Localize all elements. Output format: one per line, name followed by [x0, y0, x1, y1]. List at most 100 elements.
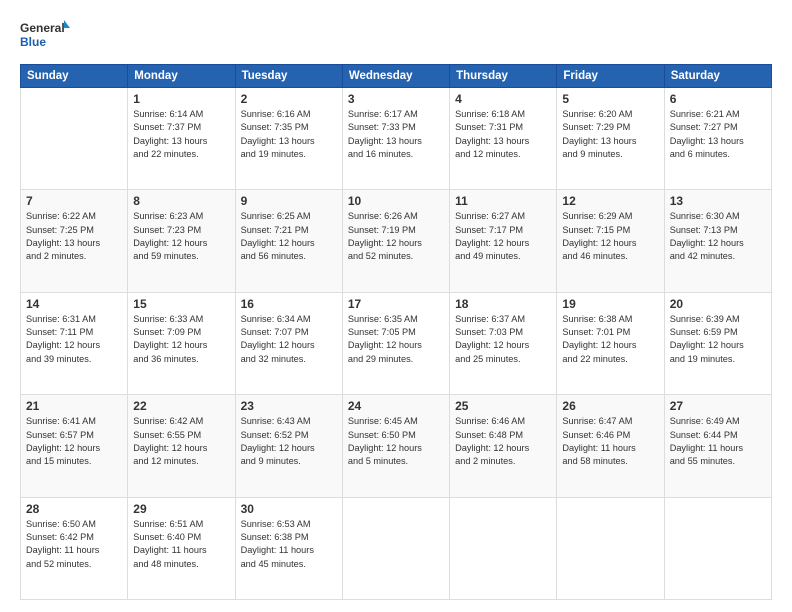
- day-number: 27: [670, 399, 766, 413]
- day-number: 16: [241, 297, 337, 311]
- cell-info: Sunrise: 6:43 AMSunset: 6:52 PMDaylight:…: [241, 415, 337, 468]
- logo: General Blue: [20, 18, 70, 54]
- cell-info: Sunrise: 6:42 AMSunset: 6:55 PMDaylight:…: [133, 415, 229, 468]
- calendar-cell: 1 Sunrise: 6:14 AMSunset: 7:37 PMDaylight…: [128, 88, 235, 190]
- day-number: 6: [670, 92, 766, 106]
- calendar-cell: 28 Sunrise: 6:50 AMSunset: 6:42 PMDayligh…: [21, 497, 128, 599]
- day-number: 7: [26, 194, 122, 208]
- day-number: 17: [348, 297, 444, 311]
- day-number: 18: [455, 297, 551, 311]
- week-row-3: 14 Sunrise: 6:31 AMSunset: 7:11 PMDayligh…: [21, 292, 772, 394]
- calendar-cell: 20Sunrise: 6:39 AMSunset: 6:59 PMDayligh…: [664, 292, 771, 394]
- cell-info: Sunrise: 6:22 AMSunset: 7:25 PMDaylight:…: [26, 210, 122, 263]
- weekday-header-sunday: Sunday: [21, 65, 128, 88]
- day-number: 2: [241, 92, 337, 106]
- calendar-cell: 16 Sunrise: 6:34 AMSunset: 7:07 PMDayligh…: [235, 292, 342, 394]
- cell-info: Sunrise: 6:16 AMSunset: 7:35 PMDaylight:…: [241, 108, 337, 161]
- calendar-cell: 14 Sunrise: 6:31 AMSunset: 7:11 PMDayligh…: [21, 292, 128, 394]
- cell-info: Sunrise: 6:50 AMSunset: 6:42 PMDaylight:…: [26, 518, 122, 571]
- day-number: 4: [455, 92, 551, 106]
- cell-info: Sunrise: 6:37 AMSunset: 7:03 PMDaylight:…: [455, 313, 551, 366]
- cell-info: Sunrise: 6:27 AMSunset: 7:17 PMDaylight:…: [455, 210, 551, 263]
- cell-info: Sunrise: 6:30 AMSunset: 7:13 PMDaylight:…: [670, 210, 766, 263]
- cell-info: Sunrise: 6:29 AMSunset: 7:15 PMDaylight:…: [562, 210, 658, 263]
- day-number: 8: [133, 194, 229, 208]
- week-row-1: 1 Sunrise: 6:14 AMSunset: 7:37 PMDaylight…: [21, 88, 772, 190]
- cell-info: Sunrise: 6:41 AMSunset: 6:57 PMDaylight:…: [26, 415, 122, 468]
- day-number: 10: [348, 194, 444, 208]
- day-number: 9: [241, 194, 337, 208]
- calendar-cell: 26 Sunrise: 6:47 AMSunset: 6:46 PMDayligh…: [557, 395, 664, 497]
- calendar-cell: 13 Sunrise: 6:30 AMSunset: 7:13 PMDayligh…: [664, 190, 771, 292]
- day-number: 29: [133, 502, 229, 516]
- calendar-cell: 15Sunrise: 6:33 AMSunset: 7:09 PMDayligh…: [128, 292, 235, 394]
- day-number: 12: [562, 194, 658, 208]
- day-number: 19: [562, 297, 658, 311]
- calendar-cell: 17 Sunrise: 6:35 AMSunset: 7:05 PMDayligh…: [342, 292, 449, 394]
- week-row-5: 28 Sunrise: 6:50 AMSunset: 6:42 PMDayligh…: [21, 497, 772, 599]
- svg-text:Blue: Blue: [20, 35, 46, 49]
- calendar-table: SundayMondayTuesdayWednesdayThursdayFrid…: [20, 64, 772, 600]
- logo-svg: General Blue: [20, 18, 70, 54]
- day-number: 23: [241, 399, 337, 413]
- calendar-cell: 7 Sunrise: 6:22 AMSunset: 7:25 PMDaylight…: [21, 190, 128, 292]
- calendar-cell: 2 Sunrise: 6:16 AMSunset: 7:35 PMDaylight…: [235, 88, 342, 190]
- cell-info: Sunrise: 6:35 AMSunset: 7:05 PMDaylight:…: [348, 313, 444, 366]
- day-number: 26: [562, 399, 658, 413]
- cell-info: Sunrise: 6:34 AMSunset: 7:07 PMDaylight:…: [241, 313, 337, 366]
- week-row-4: 21 Sunrise: 6:41 AMSunset: 6:57 PMDayligh…: [21, 395, 772, 497]
- cell-info: Sunrise: 6:14 AMSunset: 7:37 PMDaylight:…: [133, 108, 229, 161]
- weekday-header-monday: Monday: [128, 65, 235, 88]
- day-number: 5: [562, 92, 658, 106]
- day-number: 1: [133, 92, 229, 106]
- calendar-cell: 9Sunrise: 6:25 AMSunset: 7:21 PMDaylight…: [235, 190, 342, 292]
- calendar-cell: 24Sunrise: 6:45 AMSunset: 6:50 PMDayligh…: [342, 395, 449, 497]
- calendar-cell: 19Sunrise: 6:38 AMSunset: 7:01 PMDayligh…: [557, 292, 664, 394]
- day-number: 3: [348, 92, 444, 106]
- day-number: 22: [133, 399, 229, 413]
- cell-info: Sunrise: 6:47 AMSunset: 6:46 PMDaylight:…: [562, 415, 658, 468]
- calendar-cell: 21 Sunrise: 6:41 AMSunset: 6:57 PMDayligh…: [21, 395, 128, 497]
- cell-info: Sunrise: 6:53 AMSunset: 6:38 PMDaylight:…: [241, 518, 337, 571]
- calendar-cell: 6 Sunrise: 6:21 AMSunset: 7:27 PMDaylight…: [664, 88, 771, 190]
- day-number: 21: [26, 399, 122, 413]
- day-number: 30: [241, 502, 337, 516]
- calendar-cell: [450, 497, 557, 599]
- day-number: 20: [670, 297, 766, 311]
- calendar-cell: 4 Sunrise: 6:18 AMSunset: 7:31 PMDaylight…: [450, 88, 557, 190]
- calendar-cell: 5 Sunrise: 6:20 AMSunset: 7:29 PMDaylight…: [557, 88, 664, 190]
- day-number: 14: [26, 297, 122, 311]
- calendar-cell: 18 Sunrise: 6:37 AMSunset: 7:03 PMDayligh…: [450, 292, 557, 394]
- day-number: 28: [26, 502, 122, 516]
- calendar-cell: 3 Sunrise: 6:17 AMSunset: 7:33 PMDaylight…: [342, 88, 449, 190]
- cell-info: Sunrise: 6:17 AMSunset: 7:33 PMDaylight:…: [348, 108, 444, 161]
- calendar-cell: 30 Sunrise: 6:53 AMSunset: 6:38 PMDayligh…: [235, 497, 342, 599]
- cell-info: Sunrise: 6:51 AMSunset: 6:40 PMDaylight:…: [133, 518, 229, 571]
- calendar-cell: 11 Sunrise: 6:27 AMSunset: 7:17 PMDayligh…: [450, 190, 557, 292]
- page: General Blue SundayMondayTuesdayWednesda…: [0, 0, 792, 612]
- calendar-cell: 22 Sunrise: 6:42 AMSunset: 6:55 PMDayligh…: [128, 395, 235, 497]
- calendar-cell: 12 Sunrise: 6:29 AMSunset: 7:15 PMDayligh…: [557, 190, 664, 292]
- calendar-cell: 29 Sunrise: 6:51 AMSunset: 6:40 PMDayligh…: [128, 497, 235, 599]
- calendar-cell: [664, 497, 771, 599]
- cell-info: Sunrise: 6:18 AMSunset: 7:31 PMDaylight:…: [455, 108, 551, 161]
- cell-info: Sunrise: 6:21 AMSunset: 7:27 PMDaylight:…: [670, 108, 766, 161]
- header: General Blue: [20, 18, 772, 54]
- day-number: 11: [455, 194, 551, 208]
- cell-info: Sunrise: 6:45 AMSunset: 6:50 PMDaylight:…: [348, 415, 444, 468]
- cell-info: Sunrise: 6:23 AMSunset: 7:23 PMDaylight:…: [133, 210, 229, 263]
- day-number: 13: [670, 194, 766, 208]
- calendar-cell: 27Sunrise: 6:49 AMSunset: 6:44 PMDayligh…: [664, 395, 771, 497]
- cell-info: Sunrise: 6:46 AMSunset: 6:48 PMDaylight:…: [455, 415, 551, 468]
- calendar-cell: [21, 88, 128, 190]
- calendar-cell: 8 Sunrise: 6:23 AMSunset: 7:23 PMDaylight…: [128, 190, 235, 292]
- cell-info: Sunrise: 6:26 AMSunset: 7:19 PMDaylight:…: [348, 210, 444, 263]
- weekday-header-row: SundayMondayTuesdayWednesdayThursdayFrid…: [21, 65, 772, 88]
- weekday-header-tuesday: Tuesday: [235, 65, 342, 88]
- weekday-header-saturday: Saturday: [664, 65, 771, 88]
- cell-info: Sunrise: 6:31 AMSunset: 7:11 PMDaylight:…: [26, 313, 122, 366]
- weekday-header-friday: Friday: [557, 65, 664, 88]
- calendar-cell: [342, 497, 449, 599]
- calendar-cell: 23 Sunrise: 6:43 AMSunset: 6:52 PMDayligh…: [235, 395, 342, 497]
- cell-info: Sunrise: 6:20 AMSunset: 7:29 PMDaylight:…: [562, 108, 658, 161]
